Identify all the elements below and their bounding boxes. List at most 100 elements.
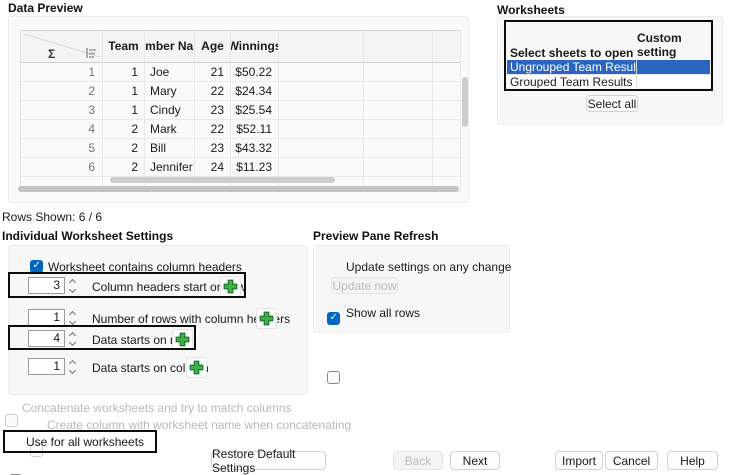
data-starts-column-input[interactable]: 1 (28, 358, 65, 375)
cell-team: 2 (103, 139, 145, 158)
worksheet-name: Ungrouped Team Results (507, 60, 637, 74)
worksheets-title: Worksheets (497, 3, 565, 17)
row-number: 1 (21, 63, 103, 82)
worksheets-header-row: Select sheets to open Custom setting (507, 22, 710, 60)
cell-age: 23 (195, 139, 231, 158)
table-header-row: Σ Team Member Name Age Winnings (21, 31, 461, 63)
worksheet-custom-setting[interactable] (637, 60, 710, 74)
cell-name: Jennifer (145, 158, 195, 177)
cell-name: Cindy (145, 101, 195, 120)
spinner-stepper[interactable] (67, 331, 77, 347)
add-setting-button[interactable] (172, 329, 193, 350)
column-header-age[interactable]: Age (195, 31, 231, 63)
horizontal-scrollbar[interactable] (18, 186, 459, 192)
add-setting-button[interactable] (256, 308, 277, 329)
worksheets-table: Select sheets to open Custom setting Ung… (507, 22, 710, 88)
worksheet-name: Grouped Team Results (507, 75, 637, 88)
cell-age: 21 (195, 63, 231, 82)
update-now-button[interactable]: Update now (331, 277, 398, 294)
cell-age: 22 (195, 82, 231, 101)
cell-team: 2 (103, 158, 145, 177)
spinner-stepper[interactable] (67, 278, 77, 294)
plus-icon (259, 311, 274, 326)
cell-winnings: $50.22 (231, 63, 279, 82)
cell-name: Mark (145, 120, 195, 139)
import-button[interactable]: Import (555, 451, 603, 470)
sigma-icon: Σ (48, 46, 56, 61)
worksheet-item-grouped[interactable]: Grouped Team Results (507, 74, 710, 88)
table-corner-cell: Σ (21, 31, 103, 63)
column-header-custom-setting: Custom setting (637, 31, 682, 60)
worksheet-custom-setting[interactable] (637, 75, 710, 88)
row-number: 2 (21, 82, 103, 101)
contains-headers-checkbox[interactable] (30, 260, 43, 273)
rows-shown-label: Rows Shown: 6 / 6 (2, 210, 103, 224)
spinner-stepper[interactable] (67, 359, 77, 375)
column-header-member-name[interactable]: Member Name (145, 31, 195, 63)
vertical-scrollbar[interactable] (462, 77, 468, 127)
column-header-winnings[interactable]: Winnings (231, 31, 279, 63)
show-all-rows-checkbox[interactable] (327, 371, 340, 384)
add-setting-button[interactable] (186, 357, 207, 378)
individual-settings-title: Individual Worksheet Settings (2, 229, 174, 243)
cell-winnings: $43.32 (231, 139, 279, 158)
update-on-change-checkbox[interactable] (327, 312, 340, 325)
cell-team: 1 (103, 101, 145, 120)
cell-team: 1 (103, 82, 145, 101)
column-header-empty (433, 31, 461, 63)
plus-icon (223, 279, 238, 294)
plus-icon (189, 360, 204, 375)
cell-winnings: $24.34 (231, 82, 279, 101)
cell-age: 23 (195, 101, 231, 120)
show-all-rows-label: Show all rows (346, 306, 421, 320)
cell-name: Mary (145, 82, 195, 101)
table-row[interactable]: 6 2 Jennifer 24 $11.23 (21, 158, 461, 177)
column-header-empty (364, 31, 433, 63)
cell-winnings: $11.23 (231, 158, 279, 177)
row-number: 5 (21, 139, 103, 158)
cell-age: 24 (195, 158, 231, 177)
chevron-down-icon[interactable] (68, 338, 76, 347)
table-row[interactable]: 1 1 Joe 21 $50.22 (21, 63, 461, 82)
cell-team: 2 (103, 120, 145, 139)
column-header-empty (279, 31, 364, 63)
excel-import-wizard: Data Preview Σ Team Member Name Age Winn… (0, 0, 734, 475)
row-number: 4 (21, 120, 103, 139)
table-row[interactable]: 4 2 Mark 22 $52.11 (21, 120, 461, 139)
column-header-select-sheets: Select sheets to open (510, 46, 634, 60)
row-number: 6 (21, 158, 103, 177)
chevron-down-icon[interactable] (68, 366, 76, 375)
cell-winnings: $25.54 (231, 101, 279, 120)
cell-name: Joe (145, 63, 195, 82)
column-header-team[interactable]: Team (103, 31, 145, 63)
num-header-rows-input[interactable]: 1 (28, 309, 65, 326)
concatenate-checkbox (5, 414, 18, 427)
table-row[interactable]: 5 2 Bill 23 $43.32 (21, 139, 461, 158)
next-button[interactable]: Next (450, 451, 500, 470)
chevron-down-icon[interactable] (68, 317, 76, 326)
cell-winnings: $52.11 (231, 120, 279, 139)
cell-age: 22 (195, 120, 231, 139)
restore-defaults-button[interactable]: Restore Default Settings (211, 447, 326, 475)
cancel-button[interactable]: Cancel (605, 451, 658, 470)
contains-headers-label: Worksheet contains column headers (48, 260, 242, 274)
worksheet-item-ungrouped[interactable]: Ungrouped Team Results (507, 60, 710, 74)
plus-icon (175, 332, 190, 347)
data-preview-table: Σ Team Member Name Age Winnings 1 1 Joe … (20, 30, 461, 192)
create-column-label: Create column with worksheet name when c… (47, 418, 352, 432)
spinner-stepper[interactable] (67, 310, 77, 326)
data-starts-row-input[interactable]: 4 (28, 330, 65, 347)
select-all-button[interactable]: Select all (586, 95, 638, 112)
horizontal-scrollbar-inner[interactable] (110, 177, 335, 183)
add-setting-button[interactable] (220, 276, 241, 297)
table-row[interactable]: 2 1 Mary 22 $24.34 (21, 82, 461, 101)
column-headers-start-row-input[interactable]: 3 (28, 277, 65, 294)
table-row[interactable]: 3 1 Cindy 23 $25.54 (21, 101, 461, 120)
chevron-down-icon[interactable] (68, 285, 76, 294)
help-button[interactable]: Help (667, 451, 718, 470)
cell-name: Bill (145, 139, 195, 158)
row-number: 3 (21, 101, 103, 120)
back-button[interactable]: Back (393, 451, 443, 470)
cell-team: 1 (103, 63, 145, 82)
columns-icon (86, 48, 96, 58)
